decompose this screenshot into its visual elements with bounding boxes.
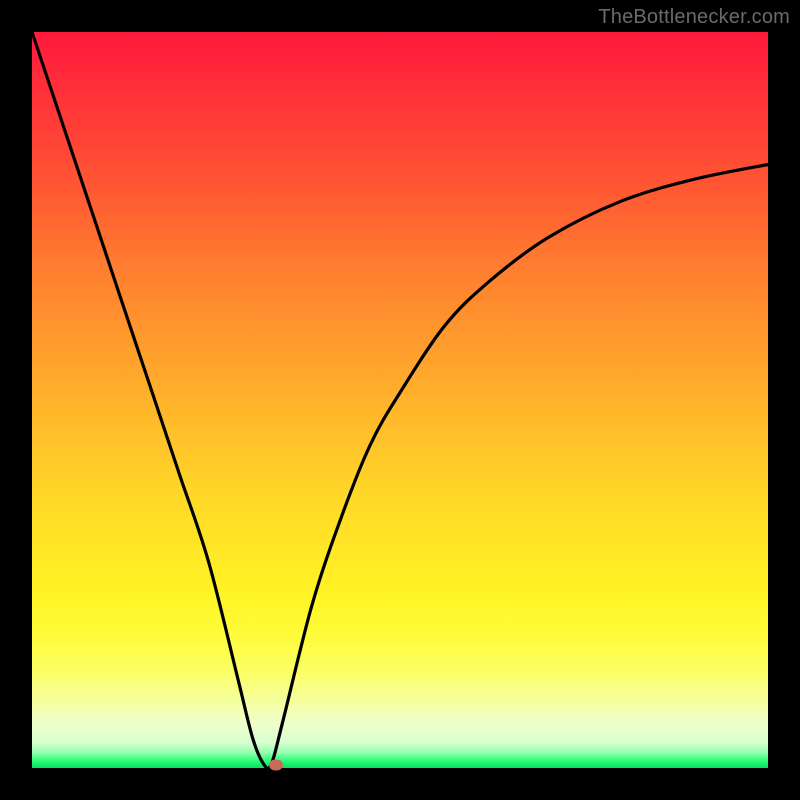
chart-frame: TheBottlenecker.com: [0, 0, 800, 800]
watermark-text: TheBottlenecker.com: [598, 6, 790, 29]
minimum-marker: [269, 760, 283, 771]
bottleneck-curve: [32, 32, 768, 768]
curve-path: [32, 32, 768, 769]
plot-area: [32, 32, 768, 768]
